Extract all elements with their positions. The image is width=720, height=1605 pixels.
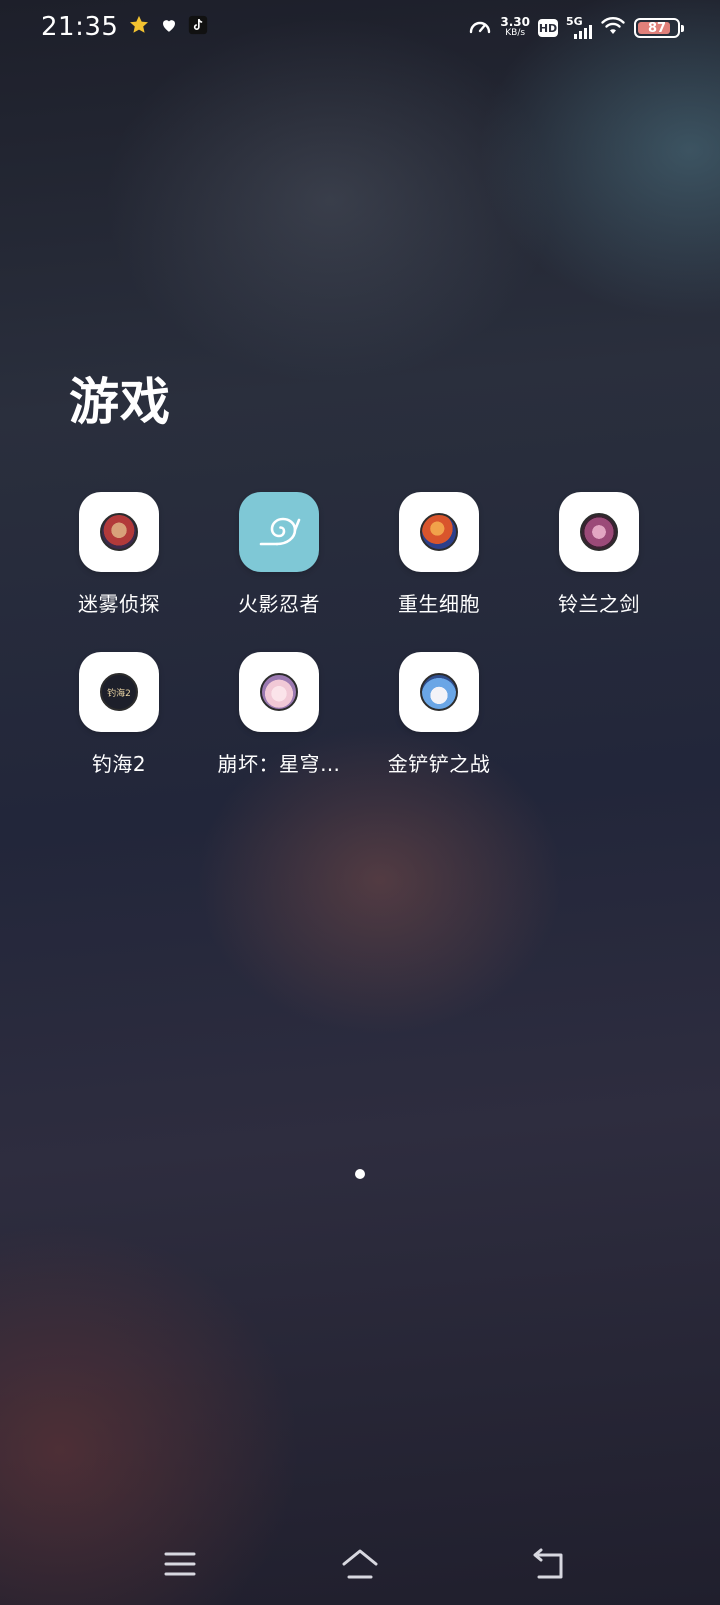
dead-cells-icon[interactable] [399, 492, 479, 572]
page-indicator-dot [355, 1169, 365, 1179]
wifi-icon [600, 16, 626, 40]
app-label: 铃兰之剑 [558, 592, 640, 616]
status-right: 3.30 KB/s HD 5G 87 [468, 15, 684, 41]
navigation-bar [0, 1540, 720, 1592]
speedometer-icon [468, 15, 492, 41]
naruto-leaf-icon[interactable] [239, 492, 319, 572]
star-rail-icon[interactable] [239, 652, 319, 732]
app-fishing-sea[interactable]: 钓海2 钓海2 [39, 652, 199, 812]
status-time: 21:35 [41, 12, 119, 42]
status-bar: 21:35 3.30 KB/s HD 5G 87 [0, 0, 720, 58]
menu-button[interactable] [154, 1540, 206, 1592]
app-label: 钓海2 [91, 752, 147, 776]
hd-badge: HD [538, 19, 558, 37]
folder-title: 游戏 [69, 373, 171, 431]
home-button[interactable] [334, 1540, 386, 1592]
app-golden-spatula[interactable]: 金铲铲之战 [359, 652, 519, 812]
status-left: 21:35 [41, 12, 208, 42]
network-speed-unit: KB/s [505, 28, 526, 38]
network-speed-value: 3.30 [500, 15, 530, 29]
app-label: 重生细胞 [398, 592, 480, 616]
app-lily-sword[interactable]: 铃兰之剑 [519, 492, 679, 652]
app-label: 火影忍者 [238, 592, 320, 616]
misty-detective-icon[interactable] [79, 492, 159, 572]
app-label: 金铲铲之战 [387, 752, 491, 776]
fishing-sea-avatar-text: 钓海2 [107, 688, 131, 699]
app-label: 崩坏：星穹… [217, 752, 341, 776]
golden-spatula-icon[interactable] [399, 652, 479, 732]
home-icon [340, 1548, 380, 1584]
app-naruto[interactable]: 火影忍者 [199, 492, 359, 652]
lily-sword-icon[interactable] [559, 492, 639, 572]
menu-icon [164, 1550, 196, 1582]
heart-icon [160, 16, 178, 38]
back-icon [533, 1548, 567, 1584]
tiktok-icon [188, 15, 208, 39]
battery-percent: 87 [647, 20, 667, 36]
network-speed: 3.30 KB/s [500, 15, 530, 39]
star-icon [128, 14, 150, 40]
app-star-rail[interactable]: 崩坏：星穹… [199, 652, 359, 812]
fishing-sea-icon[interactable]: 钓海2 [79, 652, 159, 732]
app-grid: 迷雾侦探 火影忍者 重生细胞 铃兰之剑 钓海2 钓海2 崩坏：星穹… 金铲铲之战 [39, 492, 640, 812]
app-misty-detective[interactable]: 迷雾侦探 [39, 492, 199, 652]
back-button[interactable] [524, 1540, 576, 1592]
cellular-signal-icon: 5G [566, 15, 592, 39]
app-label: 迷雾侦探 [78, 592, 160, 616]
app-dead-cells[interactable]: 重生细胞 [359, 492, 519, 652]
battery-icon: 87 [634, 18, 684, 38]
